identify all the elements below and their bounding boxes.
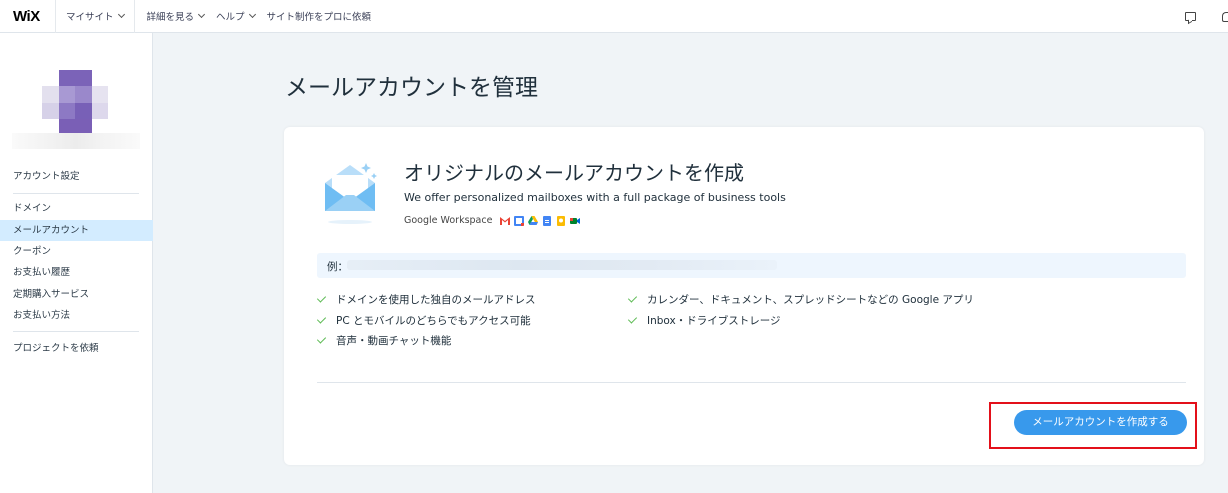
explore-menu[interactable]: 詳細を見る <box>135 0 211 33</box>
calendar-icon <box>514 215 525 226</box>
card-title: オリジナルのメールアカウントを作成 <box>404 161 744 185</box>
sidebar-divider <box>13 193 139 194</box>
hire-pro-label: サイト制作をプロに依頼 <box>266 12 372 23</box>
docs-icon <box>543 215 552 226</box>
meet-icon <box>570 217 581 224</box>
google-workspace-label: Google Workspace <box>404 215 493 226</box>
envelope-icon <box>325 163 377 224</box>
chevron-down-icon <box>248 10 256 19</box>
chevron-down-icon <box>117 10 125 19</box>
sidebar-item-mailboxes[interactable]: メールアカウント <box>0 220 153 241</box>
check-icon <box>316 314 327 324</box>
feature-item: PC とモバイルのどちらでもアクセス可能 <box>316 313 531 328</box>
user-name-blurred <box>12 133 140 149</box>
create-mailbox-button[interactable]: メールアカウントを作成する <box>1014 410 1187 435</box>
top-nav: マイサイト 詳細を見る ヘルプ サイト制作をプロに依頼 <box>55 0 377 33</box>
page-title: メールアカウントを管理 <box>285 75 538 101</box>
example-address-blurred <box>347 260 777 270</box>
card-subtitle: We offer personalized mailboxes with a f… <box>404 191 786 204</box>
google-workspace-row: Google Workspace <box>404 215 584 226</box>
wix-logo[interactable]: WiX <box>0 8 55 25</box>
feature-text: 音声・動画チャット機能 <box>336 335 452 347</box>
sidebar-item-payment-methods[interactable]: お支払い方法 <box>0 305 153 326</box>
feature-text: ドメインを使用した独自のメールアドレス <box>336 294 536 306</box>
example-label: 例： <box>327 261 348 273</box>
feature-item: Inbox・ドライブストレージ <box>627 313 781 328</box>
sidebar-item-billing-history[interactable]: お支払い履歴 <box>0 262 153 283</box>
drive-icon <box>528 215 539 225</box>
keep-icon <box>557 215 566 226</box>
check-icon <box>316 334 327 344</box>
chat-icon[interactable] <box>1185 12 1196 21</box>
sidebar-item-subscriptions[interactable]: 定期購入サービス <box>0 284 153 305</box>
help-menu[interactable]: ヘルプ <box>210 0 261 33</box>
sidebar-divider <box>13 331 139 332</box>
explore-label: 詳細を見る <box>146 12 195 23</box>
chevron-down-icon <box>197 10 206 19</box>
bell-icon[interactable] <box>1222 11 1228 22</box>
feature-text: PC とモバイルのどちらでもアクセス可能 <box>336 315 531 327</box>
top-right-tools <box>1185 0 1228 33</box>
check-icon <box>627 314 638 324</box>
check-icon <box>627 293 638 303</box>
sidebar-item-coupons[interactable]: クーポン <box>0 241 153 262</box>
top-bar: WiX マイサイト 詳細を見る ヘルプ サイト制作をプロに依頼 <box>0 0 1228 33</box>
check-icon <box>316 293 327 303</box>
avatar[interactable] <box>42 70 108 136</box>
feature-item: 音声・動画チャット機能 <box>316 333 452 348</box>
my-sites-label: マイサイト <box>66 12 114 23</box>
hire-pro-link[interactable]: サイト制作をプロに依頼 <box>261 0 378 33</box>
example-address-bar: 例： <box>317 253 1186 278</box>
feature-item: カレンダー、ドキュメント、スプレッドシートなどの Google アプリ <box>627 292 974 307</box>
card-divider <box>317 382 1186 383</box>
mailbox-card: オリジナルのメールアカウントを作成 We offer personalized … <box>284 127 1204 465</box>
sidebar-item-account-settings[interactable]: アカウント設定 <box>0 166 153 187</box>
gmail-icon <box>500 216 511 225</box>
feature-text: Inbox・ドライブストレージ <box>647 315 781 327</box>
feature-item: ドメインを使用した独自のメールアドレス <box>316 292 536 307</box>
my-sites-menu[interactable]: マイサイト <box>55 0 135 33</box>
help-label: ヘルプ <box>216 12 245 23</box>
sidebar: アカウント設定 ドメイン メールアカウント クーポン お支払い履歴 定期購入サー… <box>0 33 153 493</box>
feature-text: カレンダー、ドキュメント、スプレッドシートなどの Google アプリ <box>647 294 974 306</box>
sidebar-item-hire-project[interactable]: プロジェクトを依頼 <box>0 338 153 359</box>
sidebar-item-domains[interactable]: ドメイン <box>0 198 153 219</box>
